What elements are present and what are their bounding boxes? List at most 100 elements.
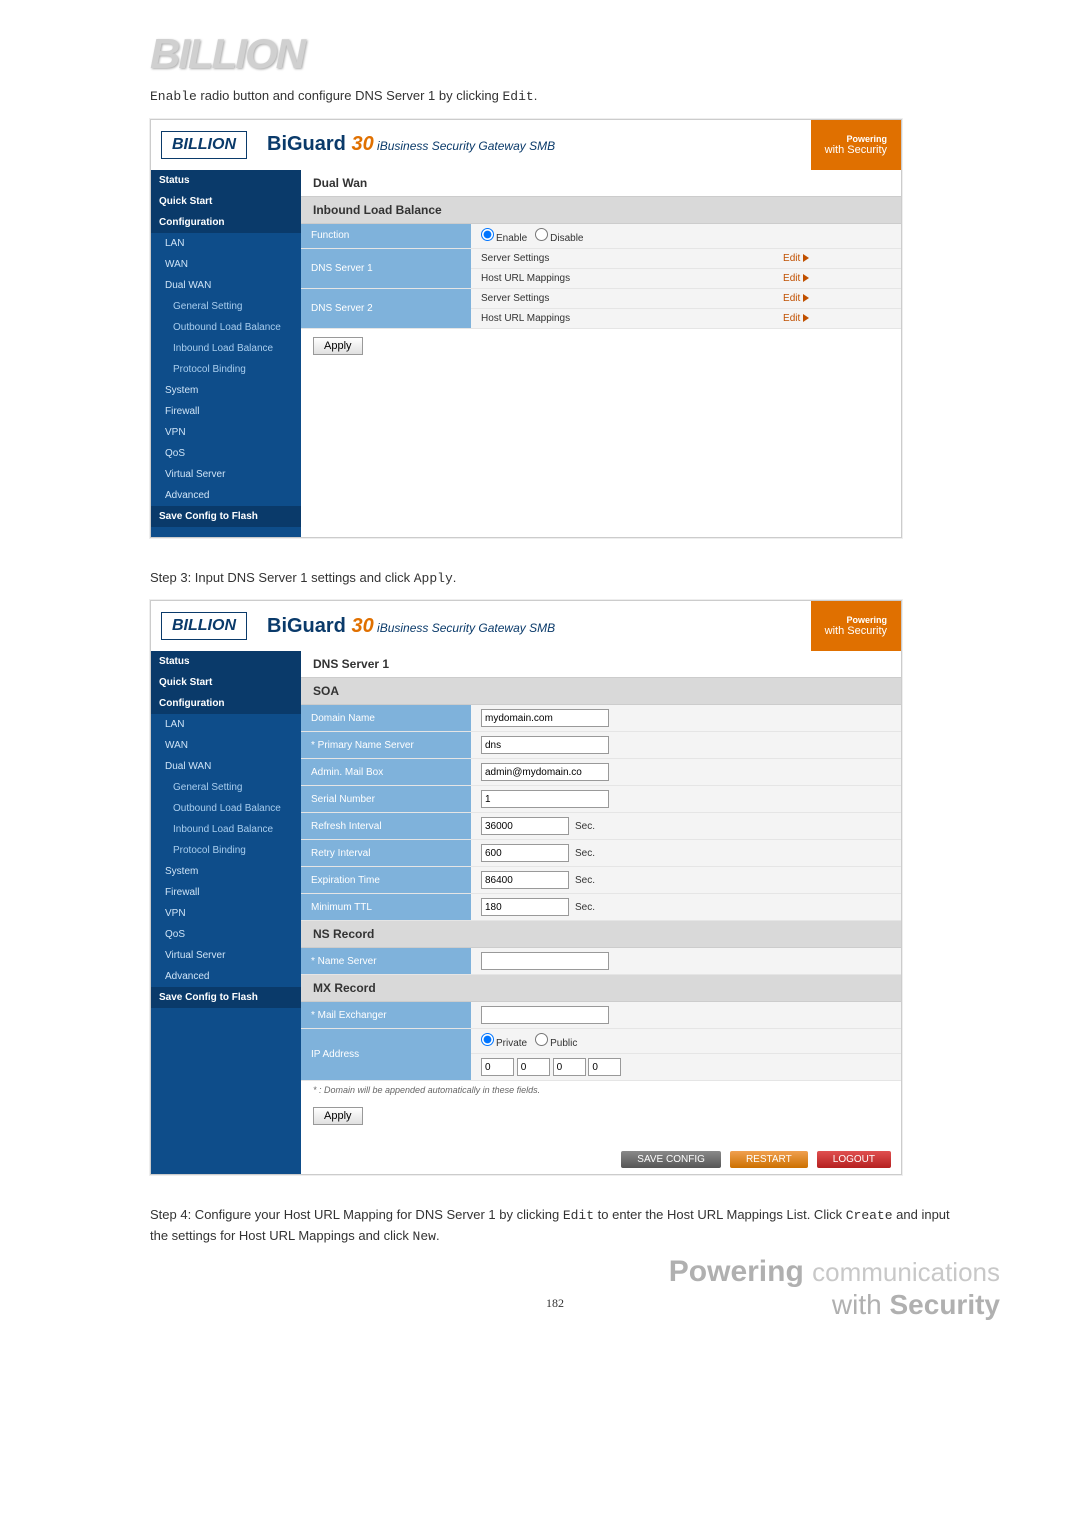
ns-input[interactable]: [481, 952, 609, 970]
apply-button-1[interactable]: Apply: [313, 337, 363, 355]
sidebar2-configuration[interactable]: Configuration: [151, 693, 301, 714]
sidebar2-vpn[interactable]: VPN: [151, 903, 301, 924]
sidebar-item-vpn[interactable]: VPN: [151, 422, 301, 443]
ip-octet-3[interactable]: [588, 1058, 621, 1076]
disable-radio[interactable]: [535, 228, 548, 241]
primary-ns-input[interactable]: [481, 736, 609, 754]
sidebar2-system[interactable]: System: [151, 861, 301, 882]
code-edit: Edit: [502, 89, 533, 104]
sidebar-item-quickstart[interactable]: Quick Start: [151, 191, 301, 212]
biguard-text2: BiGuard: [267, 615, 351, 637]
arrow-icon: [803, 274, 809, 282]
public-radio[interactable]: [535, 1033, 548, 1046]
private-radio[interactable]: [481, 1033, 494, 1046]
save-config-button[interactable]: SAVE CONFIG: [621, 1151, 721, 1168]
ip-octet-2[interactable]: [553, 1058, 586, 1076]
domain-name-input[interactable]: [481, 709, 609, 727]
edit-text4: Edit: [783, 313, 800, 324]
step3-text: Step 4: Configure your Host URL Mapping …: [150, 1205, 960, 1246]
sidebar2-quickstart[interactable]: Quick Start: [151, 672, 301, 693]
public-text: Public: [550, 1038, 577, 1049]
dns2-host-edit-link[interactable]: Edit: [783, 313, 809, 324]
edit-text: Edit: [783, 253, 800, 264]
minttl-input[interactable]: [481, 898, 569, 916]
refresh-input[interactable]: [481, 817, 569, 835]
sidebar-item-status[interactable]: Status: [151, 170, 301, 191]
restart-button[interactable]: RESTART: [730, 1151, 808, 1168]
dualwan-title: Dual Wan: [301, 170, 901, 197]
sidebar-item-inbound[interactable]: Inbound Load Balance: [151, 338, 301, 359]
bottom-watermark: Powering communications with Security: [669, 1255, 1000, 1321]
footnote: * : Domain will be appended automaticall…: [301, 1081, 901, 1099]
retry-input[interactable]: [481, 844, 569, 862]
step3-p2: to enter the Host URL Mappings List. Cli…: [594, 1207, 846, 1222]
enable-text: Enable: [496, 233, 527, 244]
private-radio-label[interactable]: Private: [481, 1033, 527, 1049]
sidebar2-dualwan[interactable]: Dual WAN: [151, 756, 301, 777]
dns2-server-edit-link[interactable]: Edit: [783, 293, 809, 304]
security-text: with Security: [825, 144, 887, 156]
admin-mail-input[interactable]: [481, 763, 609, 781]
sidebar-item-saveconfig[interactable]: Save Config to Flash: [151, 506, 301, 527]
sidebar2-protocol[interactable]: Protocol Binding: [151, 840, 301, 861]
sidebar2-general[interactable]: General Setting: [151, 777, 301, 798]
sidebar-item-general[interactable]: General Setting: [151, 296, 301, 317]
public-radio-label[interactable]: Public: [535, 1033, 577, 1049]
serial-label: Serial Number: [301, 786, 471, 813]
sidebar-item-advanced[interactable]: Advanced: [151, 485, 301, 506]
ip-octet-0[interactable]: [481, 1058, 514, 1076]
sidebar-item-outbound[interactable]: Outbound Load Balance: [151, 317, 301, 338]
domain-name-label: Domain Name: [301, 705, 471, 732]
header-right-badge: Powering with Security: [811, 120, 901, 170]
dns1-host-edit-link[interactable]: Edit: [783, 273, 809, 284]
content-area-2: DNS Server 1 SOA Domain Name * Primary N…: [301, 651, 901, 1174]
dns1-server-settings: Server Settings: [471, 248, 773, 268]
exp-input[interactable]: [481, 871, 569, 889]
sidebar-item-dualwan[interactable]: Dual WAN: [151, 275, 301, 296]
sidebar2-outbound[interactable]: Outbound Load Balance: [151, 798, 301, 819]
exp-label: Expiration Time: [301, 867, 471, 894]
serial-input[interactable]: [481, 790, 609, 808]
header-title2: BiGuard 30 iBusiness Security Gateway SM…: [267, 615, 555, 638]
edit-text2: Edit: [783, 273, 800, 284]
disable-radio-label[interactable]: Disable: [535, 228, 583, 244]
biguard-sub: iBusiness Security Gateway SMB: [374, 139, 555, 153]
step1-end: .: [534, 88, 538, 103]
arrow-icon: [803, 254, 809, 262]
dns2-label: DNS Server 2: [301, 288, 471, 328]
ns-label: * Name Server: [301, 948, 471, 975]
sidebar2-status[interactable]: Status: [151, 651, 301, 672]
page-brand-logo: BILLION: [150, 30, 960, 78]
code-edit2: Edit: [563, 1208, 594, 1223]
sidebar2-saveconfig[interactable]: Save Config to Flash: [151, 987, 301, 1008]
sidebar2: Status Quick Start Configuration LAN WAN…: [151, 651, 301, 1174]
sidebar2-inbound[interactable]: Inbound Load Balance: [151, 819, 301, 840]
step3-p1: Step 4: Configure your Host URL Mapping …: [150, 1207, 563, 1222]
mx-input[interactable]: [481, 1006, 609, 1024]
sidebar2-firewall[interactable]: Firewall: [151, 882, 301, 903]
sidebar2-advanced[interactable]: Advanced: [151, 966, 301, 987]
sidebar-item-protocol[interactable]: Protocol Binding: [151, 359, 301, 380]
sidebar2-lan[interactable]: LAN: [151, 714, 301, 735]
sidebar-item-firewall[interactable]: Firewall: [151, 401, 301, 422]
sidebar2-qos[interactable]: QoS: [151, 924, 301, 945]
sidebar2-wan[interactable]: WAN: [151, 735, 301, 756]
apply-button-2[interactable]: Apply: [313, 1107, 363, 1125]
sidebar-item-virtualserver[interactable]: Virtual Server: [151, 464, 301, 485]
sidebar-item-system[interactable]: System: [151, 380, 301, 401]
ip-octet-1[interactable]: [517, 1058, 550, 1076]
function-label: Function: [301, 224, 471, 249]
sidebar: Status Quick Start Configuration LAN WAN…: [151, 170, 301, 537]
sidebar2-virtualserver[interactable]: Virtual Server: [151, 945, 301, 966]
enable-radio-label[interactable]: Enable: [481, 228, 527, 244]
disable-text: Disable: [550, 233, 583, 244]
router-ui-2: BILLION BiGuard 30 iBusiness Security Ga…: [150, 600, 902, 1175]
enable-radio[interactable]: [481, 228, 494, 241]
sidebar-item-lan[interactable]: LAN: [151, 233, 301, 254]
sidebar-item-wan[interactable]: WAN: [151, 254, 301, 275]
dns1-server-edit-link[interactable]: Edit: [783, 253, 809, 264]
sidebar-item-configuration[interactable]: Configuration: [151, 212, 301, 233]
dns2-host-url: Host URL Mappings: [471, 308, 773, 328]
sidebar-item-qos[interactable]: QoS: [151, 443, 301, 464]
logout-button[interactable]: LOGOUT: [817, 1151, 891, 1168]
